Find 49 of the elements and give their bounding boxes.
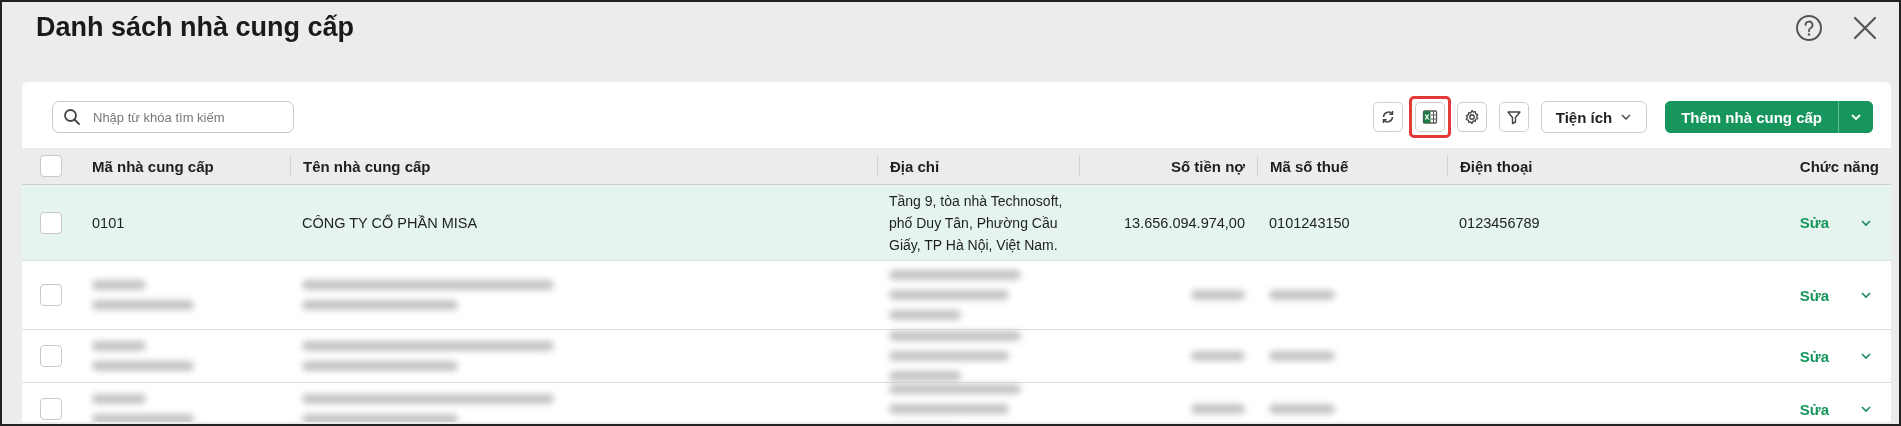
redacted-text xyxy=(1191,404,1245,414)
redacted-text xyxy=(1269,290,1335,300)
redacted-text xyxy=(1191,290,1245,300)
search-icon xyxy=(63,108,81,126)
table-cell: 0123456789 xyxy=(1459,214,1540,231)
column-header: Số tiền nợ xyxy=(1171,157,1245,175)
column-header: Tên nhà cung cấp xyxy=(303,157,431,175)
table-cell: 13.656.094.974,00 xyxy=(1124,214,1245,231)
redacted-text xyxy=(889,371,961,381)
edit-link[interactable]: Sửa xyxy=(1799,214,1829,231)
gear-icon xyxy=(1463,109,1480,125)
close-icon[interactable] xyxy=(1853,16,1877,40)
redacted-text xyxy=(92,280,146,290)
column-header: Địa chỉ xyxy=(890,157,940,175)
checkbox[interactable] xyxy=(40,211,62,234)
checkbox[interactable] xyxy=(40,284,62,306)
window-title: Danh sách nhà cung cấp xyxy=(36,11,356,43)
checkbox[interactable] xyxy=(40,155,62,177)
filter-icon xyxy=(1505,109,1522,125)
table-cell: 0101 xyxy=(92,214,125,231)
excel-button[interactable] xyxy=(1414,102,1445,132)
redacted-text xyxy=(92,394,146,404)
filter-button[interactable] xyxy=(1498,102,1529,132)
column-header: Mã số thuế xyxy=(1270,157,1349,175)
table-row[interactable]: 0101 CÔNG TY CỔ PHẦN MISA Tầng 9, tòa nhà Technosoft, phố Duy Tân, Phường Cầu Giấy, TP Hà Nội, Việt Nam. 13.656.094.974,00 0101243150 0123456789 Sửa xyxy=(22,185,1891,261)
spreadsheet-icon xyxy=(1421,109,1438,125)
edit-link[interactable]: Sửa xyxy=(1799,347,1829,365)
table-row[interactable]: Sửa xyxy=(22,330,1891,383)
checkbox[interactable] xyxy=(40,345,62,367)
redacted-text xyxy=(1191,351,1245,361)
help-icon[interactable] xyxy=(1795,14,1823,42)
redacted-text xyxy=(92,341,146,351)
settings-button[interactable] xyxy=(1456,102,1487,132)
edit-link[interactable]: Sửa xyxy=(1799,286,1829,304)
edit-link[interactable]: Sửa xyxy=(1799,400,1829,418)
redacted-text xyxy=(889,310,961,320)
add-supplier-button[interactable]: Thêm nhà cung cấp xyxy=(1665,101,1839,133)
redacted-text xyxy=(1269,404,1335,414)
table-cell: CÔNG TY CỔ PHẦN MISA xyxy=(302,214,478,231)
redacted-text xyxy=(1269,351,1335,361)
table-cell-text: Tầng 9, tòa nhà Technosoft, phố Duy Tân, Phường Cầu Giấy, TP Hà Nội, Việt Nam. xyxy=(889,191,1064,255)
utility-dropdown[interactable]: Tiện ích xyxy=(1540,101,1648,133)
column-header: Mã nhà cung cấp xyxy=(92,157,214,175)
checkbox[interactable] xyxy=(40,398,62,420)
table-cell: 0101243150 xyxy=(1269,214,1350,231)
column-header: Điện thoại xyxy=(1460,157,1533,175)
search-field[interactable]: Nhập từ khóa tìm kiếm xyxy=(52,101,294,133)
refresh-button[interactable] xyxy=(1372,102,1403,132)
column-header: Chức năng xyxy=(1799,157,1879,175)
